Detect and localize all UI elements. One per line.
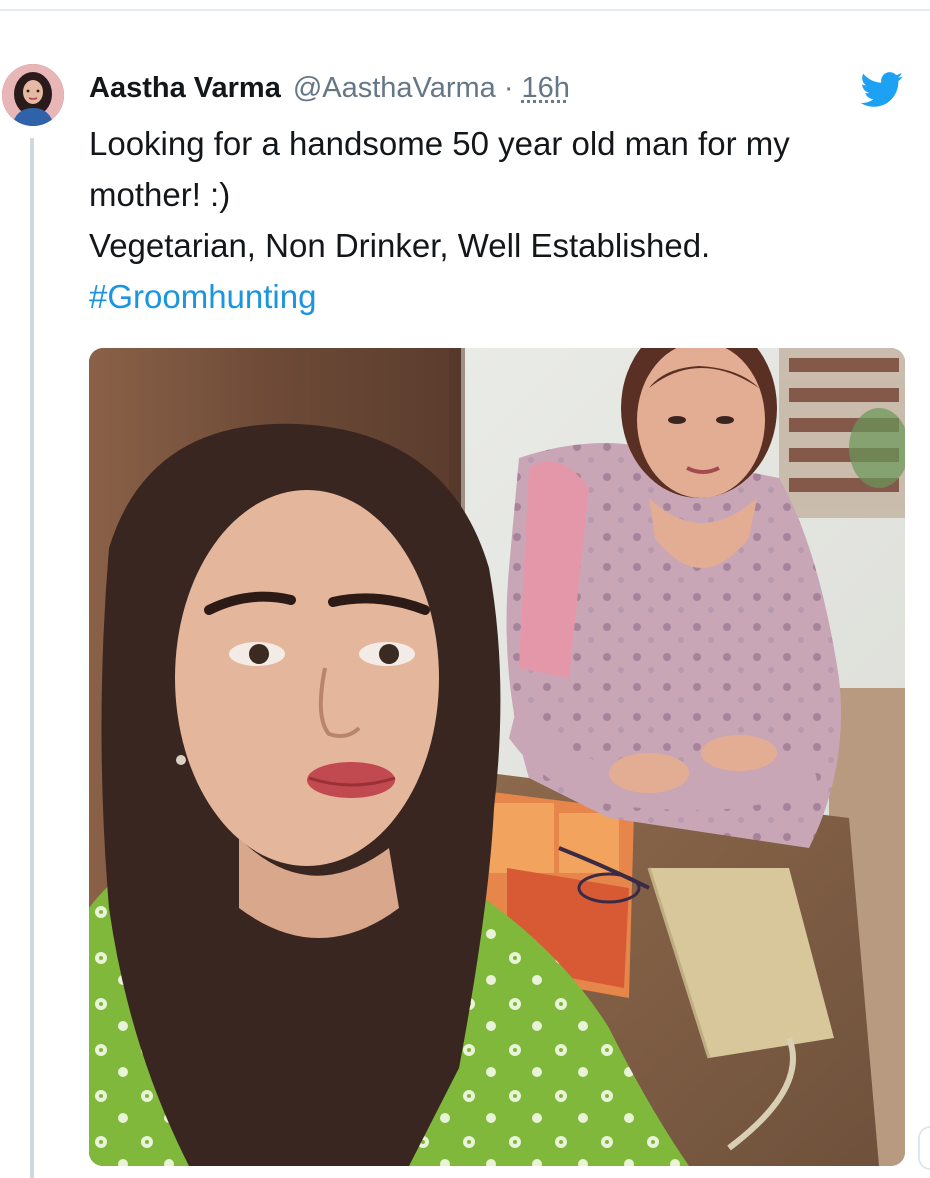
timestamp-link[interactable]: 16h (522, 72, 570, 105)
tweet-body: Looking for a handsome 50 year old man f… (89, 118, 899, 322)
separator-dot: · (503, 71, 514, 104)
twitter-bird-icon[interactable] (860, 72, 904, 108)
user-handle[interactable]: @AasthaVarma (293, 72, 496, 105)
tweet-text-line-2: mother! :) (89, 176, 231, 213)
tweet-photo[interactable] (89, 348, 905, 1166)
thread-connector-line (30, 138, 34, 1178)
hashtag-link[interactable]: #Groomhunting (89, 271, 899, 322)
top-divider (0, 9, 930, 11)
display-name[interactable]: Aastha Varma (89, 72, 281, 105)
tweet-text-line-1: Looking for a handsome 50 year old man f… (89, 125, 790, 162)
tweet-page: Aastha Varma @AasthaVarma · 16h Looking … (0, 0, 930, 1178)
scroll-indicator (918, 1126, 930, 1170)
tweet-text-line-3: Vegetarian, Non Drinker, Well Establishe… (89, 227, 711, 264)
avatar[interactable] (2, 64, 64, 126)
tweet-header: Aastha Varma @AasthaVarma · 16h (89, 66, 570, 110)
